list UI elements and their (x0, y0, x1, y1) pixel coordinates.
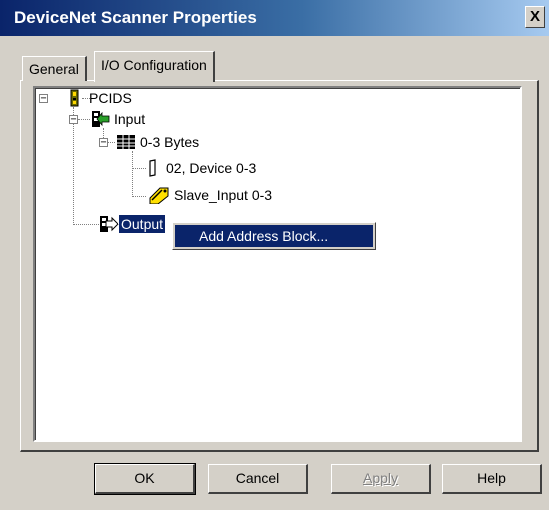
tree-line (132, 168, 146, 169)
tree-item-label: PCIDS (89, 90, 132, 106)
io-tree-view[interactable]: − − − PCIDS Input 0-3 Bytes 02, Device 0… (33, 86, 522, 442)
tree-line (107, 142, 115, 143)
tree-line (73, 224, 99, 225)
tree-line (132, 196, 146, 197)
collapse-input-toggle[interactable]: − (69, 115, 78, 125)
menu-item-add-address-block[interactable]: Add Address Block... (175, 225, 373, 247)
tree-item-input[interactable]: Input (90, 110, 210, 128)
tab-general[interactable]: General (22, 56, 87, 81)
apply-button-label: Apply (362, 470, 399, 486)
tree-item-label: Output (117, 214, 167, 234)
close-button[interactable]: X (525, 6, 545, 28)
tree-item-bytes[interactable]: 0-3 Bytes (116, 133, 236, 151)
tree-item-label: 02, Device 0-3 (166, 160, 257, 176)
properties-dialog: DeviceNet Scanner Properties X General I… (0, 0, 549, 510)
title-bar[interactable]: DeviceNet Scanner Properties X (0, 0, 549, 36)
table-grid-icon (117, 135, 135, 149)
apply-button[interactable]: Apply (331, 464, 431, 494)
tree-item-device[interactable]: 02, Device 0-3 (146, 159, 306, 177)
tab-io-configuration[interactable]: I/O Configuration (94, 51, 215, 82)
tree-item-slave-input[interactable]: Slave_Input 0-3 (146, 186, 316, 204)
tree-item-pcids[interactable]: PCIDS (67, 89, 187, 107)
input-arrow-icon (92, 111, 110, 127)
context-menu: Add Address Block... (172, 222, 376, 250)
device-bracket-icon (149, 159, 156, 177)
tree-item-label: 0-3 Bytes (140, 134, 200, 150)
tree-line (132, 151, 133, 197)
output-arrow-icon (100, 216, 119, 232)
tree-item-label: Input (114, 111, 146, 127)
ok-button[interactable]: OK (94, 463, 196, 495)
cancel-button[interactable]: Cancel (208, 464, 308, 494)
help-button[interactable]: Help (442, 464, 542, 494)
close-icon: X (529, 8, 540, 25)
tag-pencil-icon (149, 187, 169, 204)
collapse-bytes-toggle[interactable]: − (99, 138, 108, 148)
tree-line (78, 119, 90, 120)
scanner-device-icon (70, 89, 79, 107)
window-title: DeviceNet Scanner Properties (14, 8, 257, 27)
tree-item-label: Slave_Input 0-3 (174, 187, 273, 203)
collapse-pcids-toggle[interactable]: − (39, 94, 48, 104)
